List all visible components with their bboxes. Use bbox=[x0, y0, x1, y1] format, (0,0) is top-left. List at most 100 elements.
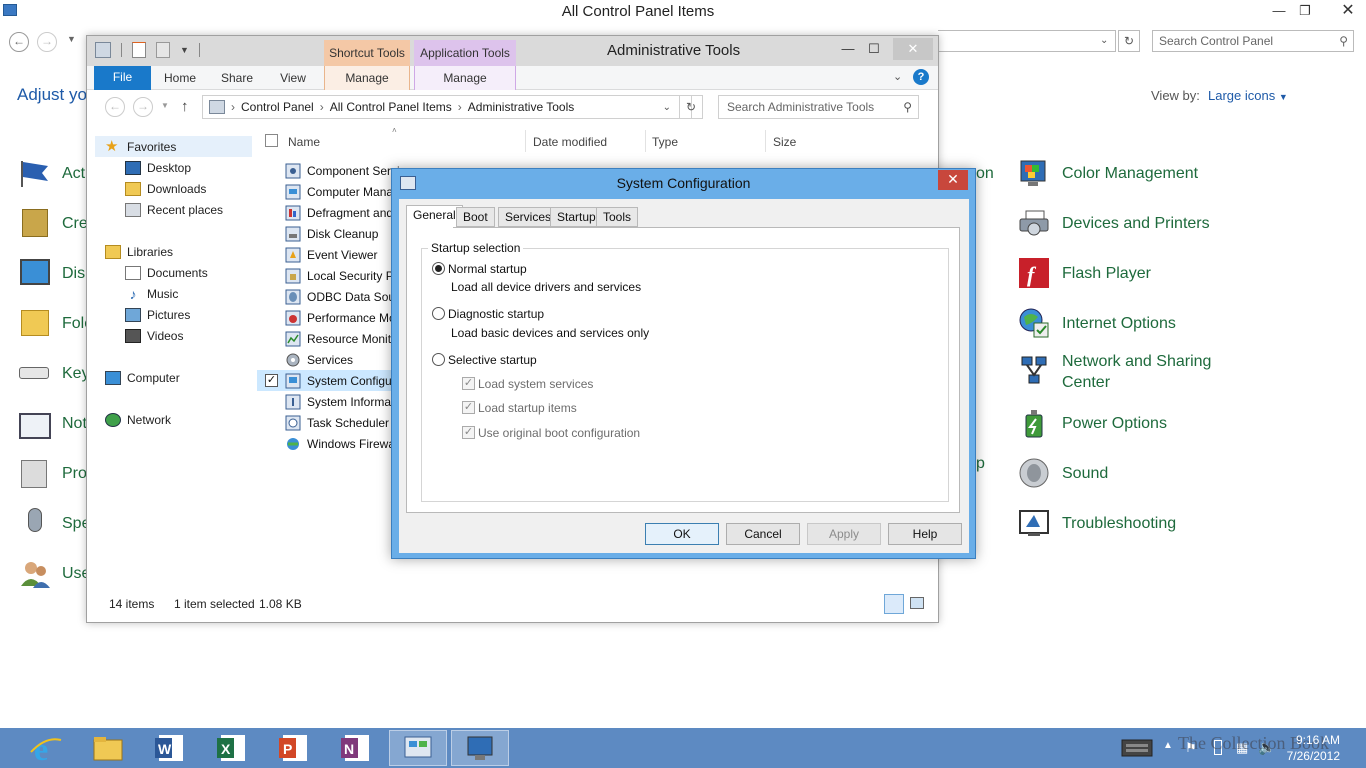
diagnostic-startup-label[interactable]: Diagnostic startup bbox=[448, 307, 544, 321]
file-row[interactable]: ODBC Data Sour bbox=[285, 286, 405, 307]
file-row[interactable]: Local Security P bbox=[285, 265, 405, 286]
file-row[interactable]: Resource Monit bbox=[285, 328, 405, 349]
tab-manage-application[interactable]: Manage bbox=[414, 66, 516, 90]
tab-manage-shortcut[interactable]: Manage bbox=[324, 66, 410, 90]
address-dropdown-icon[interactable]: ⌄ bbox=[663, 102, 671, 113]
breadcrumb-control-panel[interactable]: Control Panel bbox=[241, 100, 314, 114]
taskbar-onenote[interactable]: N bbox=[327, 730, 385, 766]
back-button[interactable]: ← bbox=[9, 32, 29, 52]
nav-pictures[interactable]: Pictures bbox=[95, 304, 255, 325]
explorer-maximize-button[interactable]: ☐ bbox=[861, 38, 887, 60]
new-folder-icon[interactable] bbox=[156, 42, 170, 58]
control-panel-app-icon[interactable] bbox=[95, 42, 111, 58]
explorer-close-button[interactable]: ✕ bbox=[893, 38, 933, 60]
nav-documents[interactable]: Documents bbox=[95, 262, 255, 283]
column-name[interactable]: Name bbox=[288, 135, 320, 149]
tab-share[interactable]: Share bbox=[215, 66, 259, 90]
tab-startup[interactable]: Startup bbox=[550, 207, 603, 227]
taskbar-excel[interactable]: X bbox=[203, 730, 261, 766]
notification-icons-icon[interactable] bbox=[19, 413, 51, 439]
address-dropdown-icon[interactable]: ⌄ bbox=[1100, 35, 1108, 46]
close-button[interactable]: ✕ bbox=[1330, 0, 1366, 22]
tab-view[interactable]: View bbox=[273, 66, 313, 90]
cp-item-partial-2[interactable]: p bbox=[976, 455, 985, 473]
control-panel-search-input[interactable]: Search Control Panel ⚲ bbox=[1152, 30, 1354, 52]
tab-tools[interactable]: Tools bbox=[596, 207, 639, 227]
forward-button[interactable]: → bbox=[37, 32, 57, 52]
explorer-refresh-icon[interactable]: ↻ bbox=[679, 95, 703, 119]
apply-button[interactable]: Apply bbox=[807, 523, 881, 545]
search-icon[interactable]: ⚲ bbox=[1339, 34, 1348, 48]
recent-pages-icon[interactable]: ▼ bbox=[67, 34, 76, 44]
select-all-checkbox[interactable] bbox=[265, 134, 278, 147]
shortcut-tools-context-tab[interactable]: Shortcut Tools bbox=[324, 40, 410, 68]
file-row[interactable]: Event Viewer bbox=[285, 244, 405, 265]
explorer-forward-button[interactable]: → bbox=[133, 97, 153, 117]
ok-button[interactable]: OK bbox=[645, 523, 719, 545]
load-startup-items-checkbox[interactable]: ✓ bbox=[462, 401, 475, 414]
explorer-search-input[interactable]: Search Administrative Tools ⚲ bbox=[718, 95, 919, 119]
file-row[interactable]: Performance Mc bbox=[285, 307, 405, 328]
nav-computer[interactable]: Computer bbox=[95, 367, 255, 388]
file-row[interactable]: Defragment and bbox=[285, 202, 405, 223]
tab-general[interactable]: General bbox=[406, 205, 463, 227]
search-icon[interactable]: ⚲ bbox=[903, 100, 912, 114]
minimize-button[interactable]: — bbox=[1266, 0, 1292, 22]
touch-keyboard-icon[interactable] bbox=[1120, 734, 1156, 760]
tab-boot[interactable]: Boot bbox=[456, 207, 495, 227]
cp-item-flash-player[interactable]: f Flash Player bbox=[1018, 251, 1248, 295]
cp-item-color-management[interactable]: Color Management bbox=[1018, 151, 1248, 195]
nav-music[interactable]: ♪ Music bbox=[95, 283, 255, 304]
file-row[interactable]: Services bbox=[285, 349, 405, 370]
keyboard-icon[interactable] bbox=[19, 367, 49, 379]
cp-item-power-options[interactable]: Power Options bbox=[1018, 401, 1248, 445]
row-checkbox[interactable]: ✓ bbox=[265, 374, 278, 387]
dialog-close-button[interactable]: ✕ bbox=[938, 170, 968, 190]
load-system-services-checkbox[interactable]: ✓ bbox=[462, 377, 475, 390]
tab-home[interactable]: Home bbox=[159, 66, 201, 90]
file-row[interactable]: Computer Mana bbox=[285, 181, 405, 202]
normal-startup-label[interactable]: Normal startup bbox=[448, 262, 527, 276]
cp-item-programs[interactable]: Pro bbox=[62, 465, 87, 483]
taskbar-system-configuration[interactable] bbox=[451, 730, 509, 766]
cp-item-devices-printers[interactable]: Devices and Printers bbox=[1018, 201, 1248, 245]
taskbar-clock[interactable]: 9:16 AM 7/26/2012 bbox=[1278, 732, 1340, 764]
file-row[interactable]: Component Servi bbox=[285, 160, 405, 181]
nav-desktop[interactable]: Desktop bbox=[95, 157, 255, 178]
nav-downloads[interactable]: Downloads bbox=[95, 178, 255, 199]
programs-features-icon[interactable] bbox=[21, 460, 47, 488]
cp-item-internet-options[interactable]: Internet Options bbox=[1018, 301, 1248, 345]
cp-item-credential-manager[interactable]: Cre bbox=[62, 215, 88, 233]
taskbar-word[interactable]: W bbox=[141, 730, 199, 766]
file-row[interactable]: Task Scheduler bbox=[285, 412, 405, 433]
help-icon[interactable]: ? bbox=[913, 69, 929, 85]
address-box[interactable]: ⌄ bbox=[938, 30, 1116, 52]
cp-item-network-sharing[interactable]: Network and Sharing Center bbox=[1018, 351, 1248, 395]
help-button[interactable]: Help bbox=[888, 523, 962, 545]
folder-options-icon[interactable] bbox=[21, 310, 49, 336]
cancel-button[interactable]: Cancel bbox=[726, 523, 800, 545]
show-hidden-icons-icon[interactable]: ▲ bbox=[1163, 740, 1173, 751]
view-by-dropdown[interactable]: Large icons ▼ bbox=[1208, 88, 1288, 103]
credential-manager-icon[interactable] bbox=[22, 209, 48, 237]
use-original-boot-checkbox[interactable]: ✓ bbox=[462, 426, 475, 439]
details-view-icon[interactable] bbox=[884, 594, 904, 614]
tab-services[interactable]: Services bbox=[498, 207, 559, 227]
nav-network[interactable]: Network bbox=[95, 409, 255, 430]
taskbar-internet-explorer[interactable]: e bbox=[17, 730, 75, 766]
display-icon[interactable] bbox=[20, 259, 50, 285]
selective-startup-label[interactable]: Selective startup bbox=[448, 353, 537, 367]
explorer-address-box[interactable]: › Control Panel › All Control Panel Item… bbox=[202, 95, 692, 119]
cp-item-sound[interactable]: Sound bbox=[1018, 451, 1248, 495]
cp-item-action-center[interactable]: Acti bbox=[62, 165, 89, 183]
file-row[interactable]: Windows Firewa bbox=[285, 433, 405, 454]
cp-item-notification-area[interactable]: Not bbox=[62, 415, 87, 433]
nav-libraries[interactable]: Libraries bbox=[95, 241, 255, 262]
cp-item-partial-1[interactable]: on bbox=[976, 165, 994, 183]
taskbar-file-explorer[interactable] bbox=[79, 730, 137, 766]
nav-recent-places[interactable]: Recent places bbox=[95, 199, 255, 220]
explorer-back-button[interactable]: ← bbox=[105, 97, 125, 117]
breadcrumb-all-items[interactable]: All Control Panel Items bbox=[330, 100, 452, 114]
up-arrow-icon[interactable]: ↑ bbox=[181, 98, 189, 115]
column-type[interactable]: Type bbox=[652, 135, 678, 149]
